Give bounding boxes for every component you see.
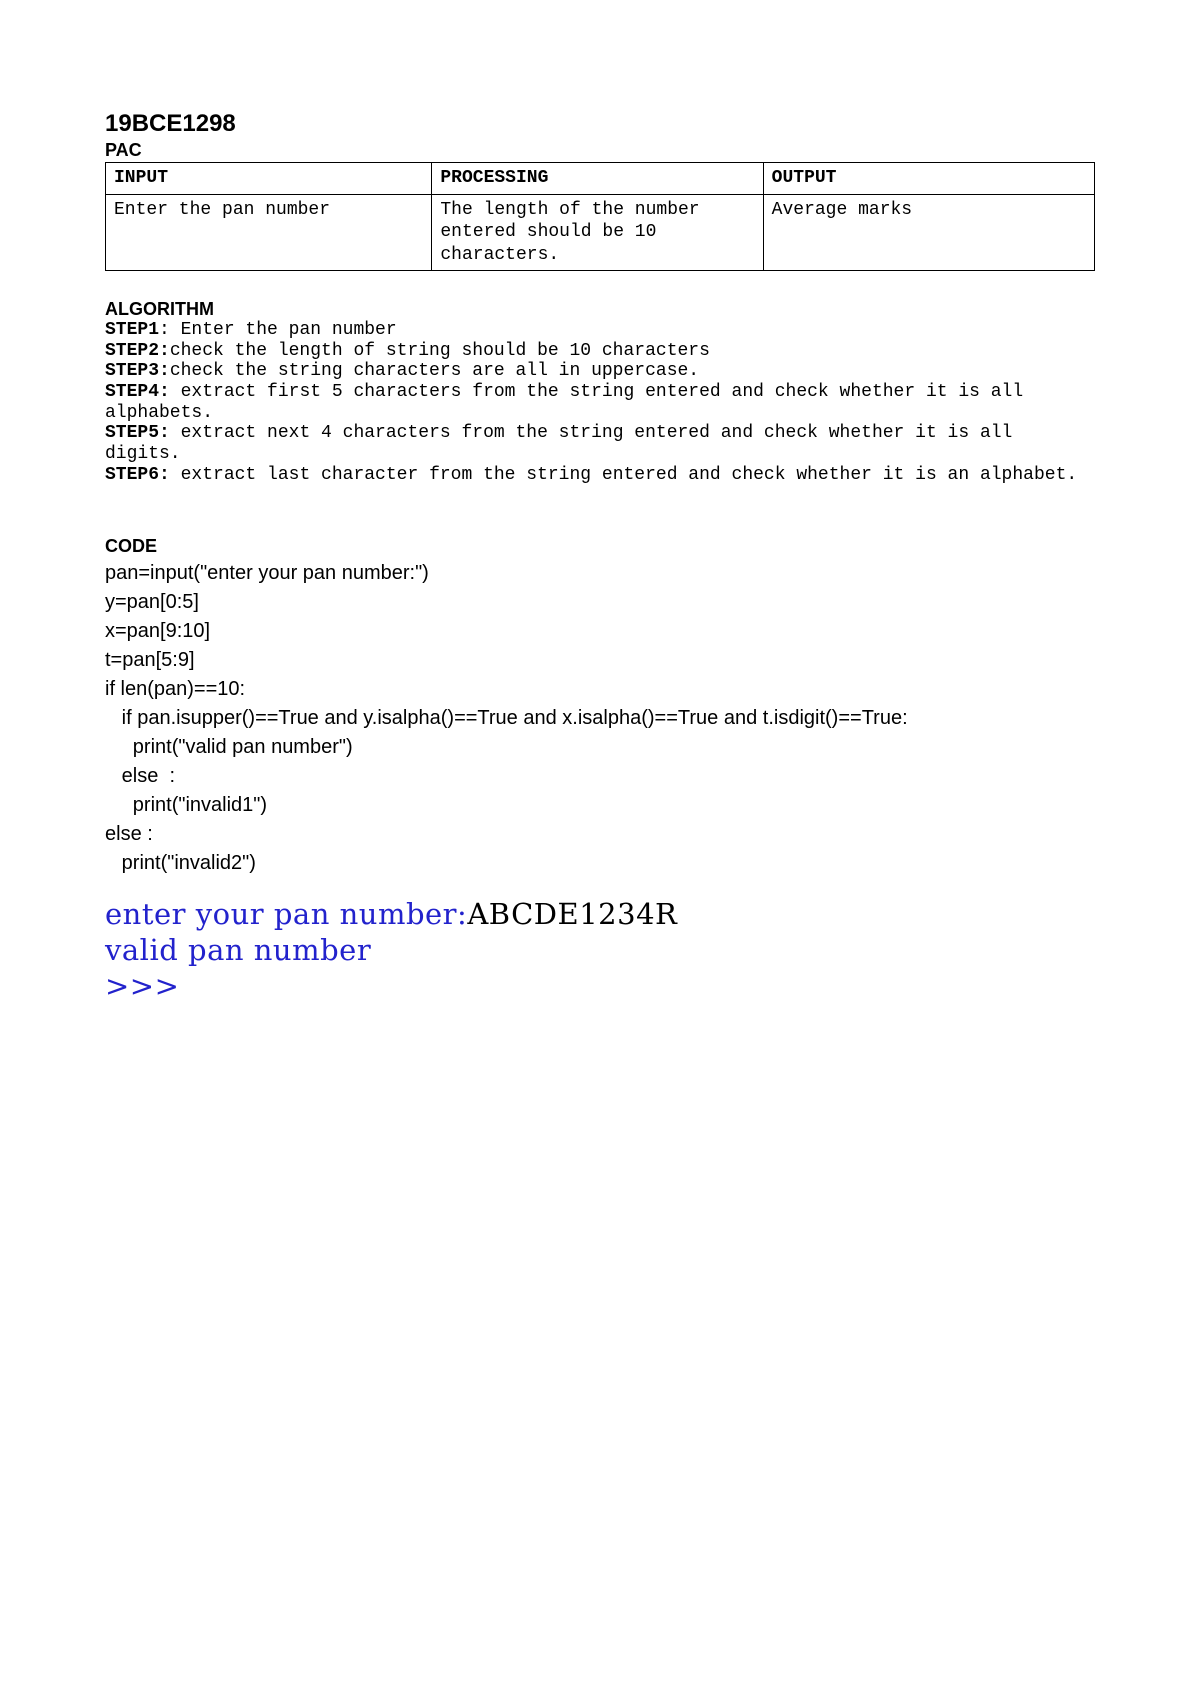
step-text: check the string characters are all in u… xyxy=(170,361,699,381)
console-output: enter your pan number:ABCDE1234R valid p… xyxy=(105,896,1095,1005)
algorithm-heading: ALGORITHM xyxy=(105,299,1095,320)
step-sep xyxy=(170,465,181,485)
algorithm-step: STEP5: extract next 4 characters from th… xyxy=(105,423,1095,464)
algorithm-step: STEP6: extract last character from the s… xyxy=(105,465,1095,486)
algorithm-step: STEP2:check the length of string should … xyxy=(105,341,1095,362)
algorithm-step: STEP4: extract first 5 characters from t… xyxy=(105,382,1095,423)
pac-table: INPUT PROCESSING OUTPUT Enter the pan nu… xyxy=(105,162,1095,271)
table-header-processing: PROCESSING xyxy=(432,163,763,195)
table-cell-input: Enter the pan number xyxy=(106,194,432,271)
step-text: extract next 4 characters from the strin… xyxy=(105,423,1012,464)
algorithm-step: STEP1: Enter the pan number xyxy=(105,320,1095,341)
console-user-input: ABCDE1234R xyxy=(467,897,677,931)
document-page: 19BCE1298 PAC INPUT PROCESSING OUTPUT En… xyxy=(0,0,1200,1004)
console-line: enter your pan number:ABCDE1234R xyxy=(105,896,1095,932)
step-label: STEP5: xyxy=(105,423,170,443)
table-header-input: INPUT xyxy=(106,163,432,195)
step-text: extract first 5 characters from the stri… xyxy=(105,382,1023,423)
step-sep xyxy=(170,382,181,402)
step-sep: : xyxy=(159,320,181,340)
table-header-row: INPUT PROCESSING OUTPUT xyxy=(106,163,1095,195)
step-label: STEP1 xyxy=(105,320,159,340)
step-label: STEP4: xyxy=(105,382,170,402)
algorithm-step: STEP3:check the string characters are al… xyxy=(105,361,1095,382)
code-block: pan=input("enter your pan number:") y=pa… xyxy=(105,559,1095,878)
step-label: STEP3: xyxy=(105,361,170,381)
table-header-output: OUTPUT xyxy=(763,163,1094,195)
step-text: check the length of string should be 10 … xyxy=(170,341,710,361)
table-cell-processing: The length of the number entered should … xyxy=(432,194,763,271)
console-line: valid pan number xyxy=(105,932,1095,968)
pac-label: PAC xyxy=(105,140,1095,161)
algorithm-body: STEP1: Enter the pan number STEP2:check … xyxy=(105,320,1095,486)
step-text: Enter the pan number xyxy=(181,320,397,340)
page-title: 19BCE1298 xyxy=(105,110,1095,138)
table-cell-output: Average marks xyxy=(763,194,1094,271)
step-label: STEP6: xyxy=(105,465,170,485)
console-prompt: enter your pan number: xyxy=(105,897,467,931)
step-label: STEP2: xyxy=(105,341,170,361)
table-row: Enter the pan number The length of the n… xyxy=(106,194,1095,271)
step-sep xyxy=(170,423,181,443)
step-text: extract last character from the string e… xyxy=(181,465,1078,485)
code-heading: CODE xyxy=(105,536,1095,557)
console-line: >>> xyxy=(105,968,1095,1004)
